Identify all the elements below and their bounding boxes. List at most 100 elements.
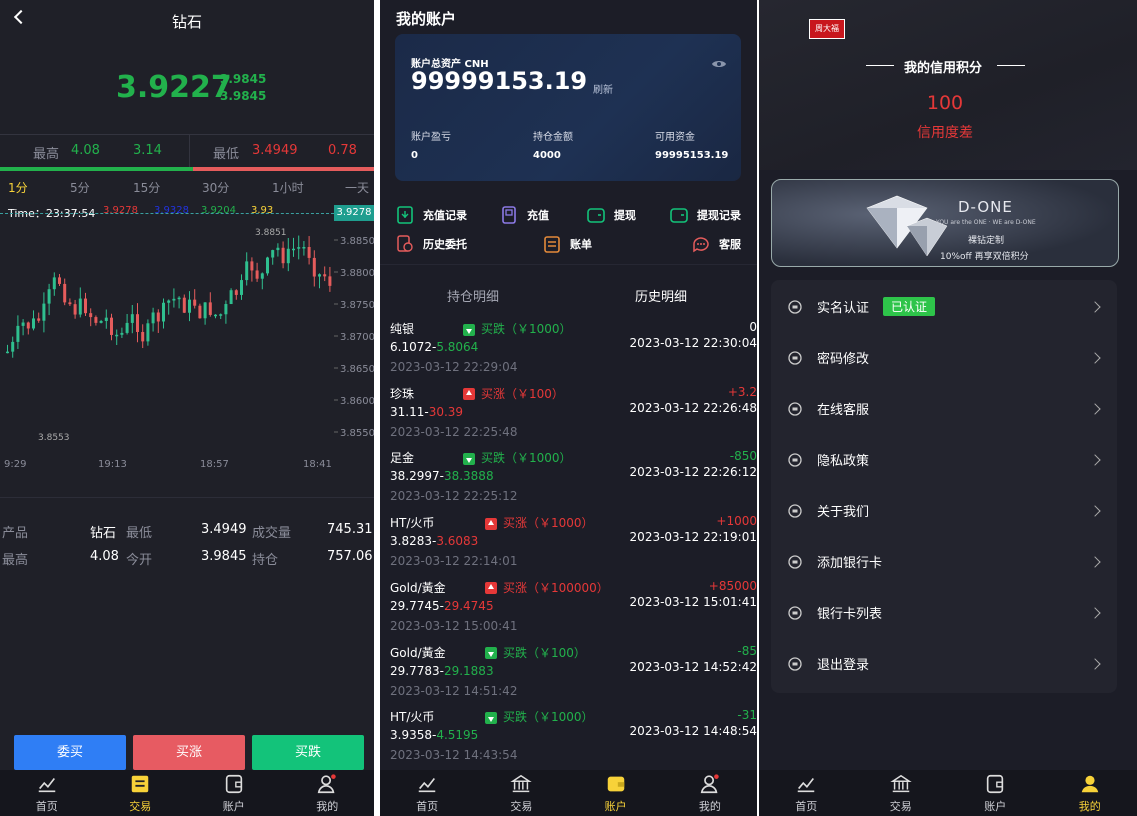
document-clock-icon (397, 235, 413, 252)
entrust-buy-button[interactable]: 委买 (14, 735, 126, 770)
menu-item-card-list[interactable]: 银行卡列表 (771, 587, 1117, 638)
y-tick-label: 3.8650 (340, 364, 374, 375)
bill-button[interactable]: 账单 (542, 234, 592, 254)
history-order-button[interactable]: 历史委托 (395, 234, 467, 254)
buy-fall-button[interactable]: 买跌 (252, 735, 364, 770)
recharge-button[interactable]: 充值 (499, 205, 549, 225)
y-tick-label: 3.8750 (340, 300, 374, 311)
candle-body (271, 250, 275, 258)
tab-mine[interactable]: 我的 (1043, 770, 1137, 816)
tab-trade[interactable]: 交易 (854, 770, 949, 816)
close-time: 2023-03-12 22:30:04 (629, 336, 757, 350)
tab-home[interactable]: 首页 (0, 770, 94, 816)
bottom-nav: 首页 交易 账户 我的 (0, 770, 374, 816)
menu-item-chat[interactable]: 在线客服 (771, 383, 1117, 434)
history-row[interactable]: 纯银 买跌（￥1000） 6.1072-5.8064 2023-03-12 22:29… (390, 320, 757, 385)
chevron-right-icon (1089, 351, 1101, 364)
customer-service-button[interactable]: 客服 (691, 234, 741, 254)
tab-account[interactable]: 账户 (187, 770, 281, 816)
candlestick-chart[interactable]: 3.8850 3.8800 3.8750 3.8700 3.8650 3.8600 3.85… (0, 222, 374, 472)
card-icon (502, 206, 516, 224)
candle-body (146, 323, 150, 342)
history-row[interactable]: 足金 买跌（￥1000） 38.2997-38.3888 2023-03-12 22:… (390, 449, 757, 514)
position-label: 持仓金额 (533, 132, 573, 143)
candle-body (120, 332, 124, 335)
buy-ratio-bar (0, 167, 193, 171)
tab-trade[interactable]: 交易 (94, 770, 188, 816)
candle-body (110, 317, 113, 335)
x-tick-label: 18:57 (200, 459, 229, 470)
tab-mine[interactable]: 我的 (281, 770, 375, 816)
tab-account[interactable]: 账户 (948, 770, 1043, 816)
info-low-label: 最低 (126, 526, 153, 541)
withdraw-record-button[interactable]: 提现记录 (669, 205, 741, 225)
period-tab[interactable]: 一天 (345, 179, 369, 196)
menu-item-shield[interactable]: 隐私政策 (771, 434, 1117, 485)
clipboard-icon (397, 206, 413, 224)
eye-icon[interactable] (711, 58, 727, 70)
candle-body (276, 247, 280, 251)
menu-item-lock[interactable]: 密码修改 (771, 332, 1117, 383)
period-tab[interactable]: 1分 (8, 179, 28, 196)
promo-banner[interactable]: D-ONE YOU are the ONE · WE are D-ONE 裸钻定… (771, 179, 1119, 267)
candle-body (136, 314, 139, 332)
trade-direction: 买跌（￥1000） (485, 708, 594, 725)
period-tab[interactable]: 30分 (202, 179, 229, 196)
period-tab[interactable]: 5分 (70, 179, 90, 196)
product-name: Gold/黃金 (390, 645, 446, 660)
ohlc-open: 3.9278 (103, 205, 138, 216)
tab-trade[interactable]: 交易 (474, 770, 568, 816)
tab-holdings[interactable]: 持仓明细 (447, 286, 499, 305)
tab-home[interactable]: 首页 (380, 770, 474, 816)
history-row[interactable]: HT/火币 买涨（￥1000） 3.8283-3.6083 2023-03-12 22… (390, 514, 757, 579)
chevron-right-icon (1089, 657, 1101, 670)
menu-item-id-card[interactable]: 实名认证 已认证 (771, 281, 1117, 332)
buy-rise-button[interactable]: 买涨 (133, 735, 245, 770)
withdraw-button[interactable]: 提现 (586, 205, 636, 225)
menu-item-info[interactable]: 关于我们 (771, 485, 1117, 536)
high-value: 4.08 (71, 143, 100, 158)
candle-body (260, 273, 264, 279)
wallet-record-icon (670, 208, 688, 223)
menu-item-bank-card[interactable]: 添加银行卡 (771, 536, 1117, 587)
menu-item-logout[interactable]: 退出登录 (771, 638, 1117, 689)
candle-body (11, 341, 15, 352)
card-list-icon (788, 605, 802, 620)
credit-level: 信用度差 (917, 125, 973, 141)
candle-body (229, 290, 233, 305)
tab-account[interactable]: 账户 (569, 770, 663, 816)
period-tab[interactable]: 1小时 (272, 179, 304, 196)
period-tab[interactable]: 15分 (133, 179, 160, 196)
logout-icon (788, 656, 802, 671)
candle-body (32, 318, 35, 329)
candle-body (130, 314, 134, 323)
tab-home[interactable]: 首页 (759, 770, 854, 816)
low-value: 3.4949 (252, 143, 298, 158)
candle-body (219, 314, 223, 316)
arrow-up-icon (485, 582, 497, 595)
refresh-link[interactable]: 刷新 (593, 81, 613, 96)
verified-badge: 已认证 (883, 297, 936, 316)
price-range: 3.9358-4.5195 (390, 728, 479, 743)
candle-body (240, 280, 243, 295)
ohlc-close: 3.93 (251, 205, 274, 216)
candle-body (188, 299, 191, 313)
last-price-tag: 3.9278 (334, 205, 374, 221)
info-volume-label: 成交量 (252, 526, 292, 541)
history-row[interactable]: Gold/黃金 买涨（￥100000） 29.7745-29.4745 2023-03… (390, 579, 757, 644)
tab-mine[interactable]: 我的 (663, 770, 757, 816)
recharge-record-button[interactable]: 充值记录 (395, 205, 467, 225)
trade-direction: 买跌（￥1000） (463, 320, 572, 337)
position-value: 4000 (533, 150, 561, 161)
pnl-value: 0 (411, 150, 418, 161)
candle-body (255, 270, 259, 279)
tab-history[interactable]: 历史明细 (635, 286, 687, 305)
candle-body (58, 277, 61, 284)
history-row[interactable]: Gold/黃金 买跌（￥100） 29.7783-29.1883 2023-03-12… (390, 644, 757, 709)
history-row[interactable]: HT/火币 买跌（￥1000） 3.9358-4.5195 2023-03-12 14… (390, 708, 757, 773)
chevron-right-icon (1089, 606, 1101, 619)
candle-body (245, 261, 249, 281)
trade-direction: 买涨（￥1000） (485, 514, 594, 531)
history-row[interactable]: 珍珠 买涨（￥100） 31.11-30.39 2023-03-12 22:25:48… (390, 385, 757, 450)
bank-icon (890, 774, 912, 793)
